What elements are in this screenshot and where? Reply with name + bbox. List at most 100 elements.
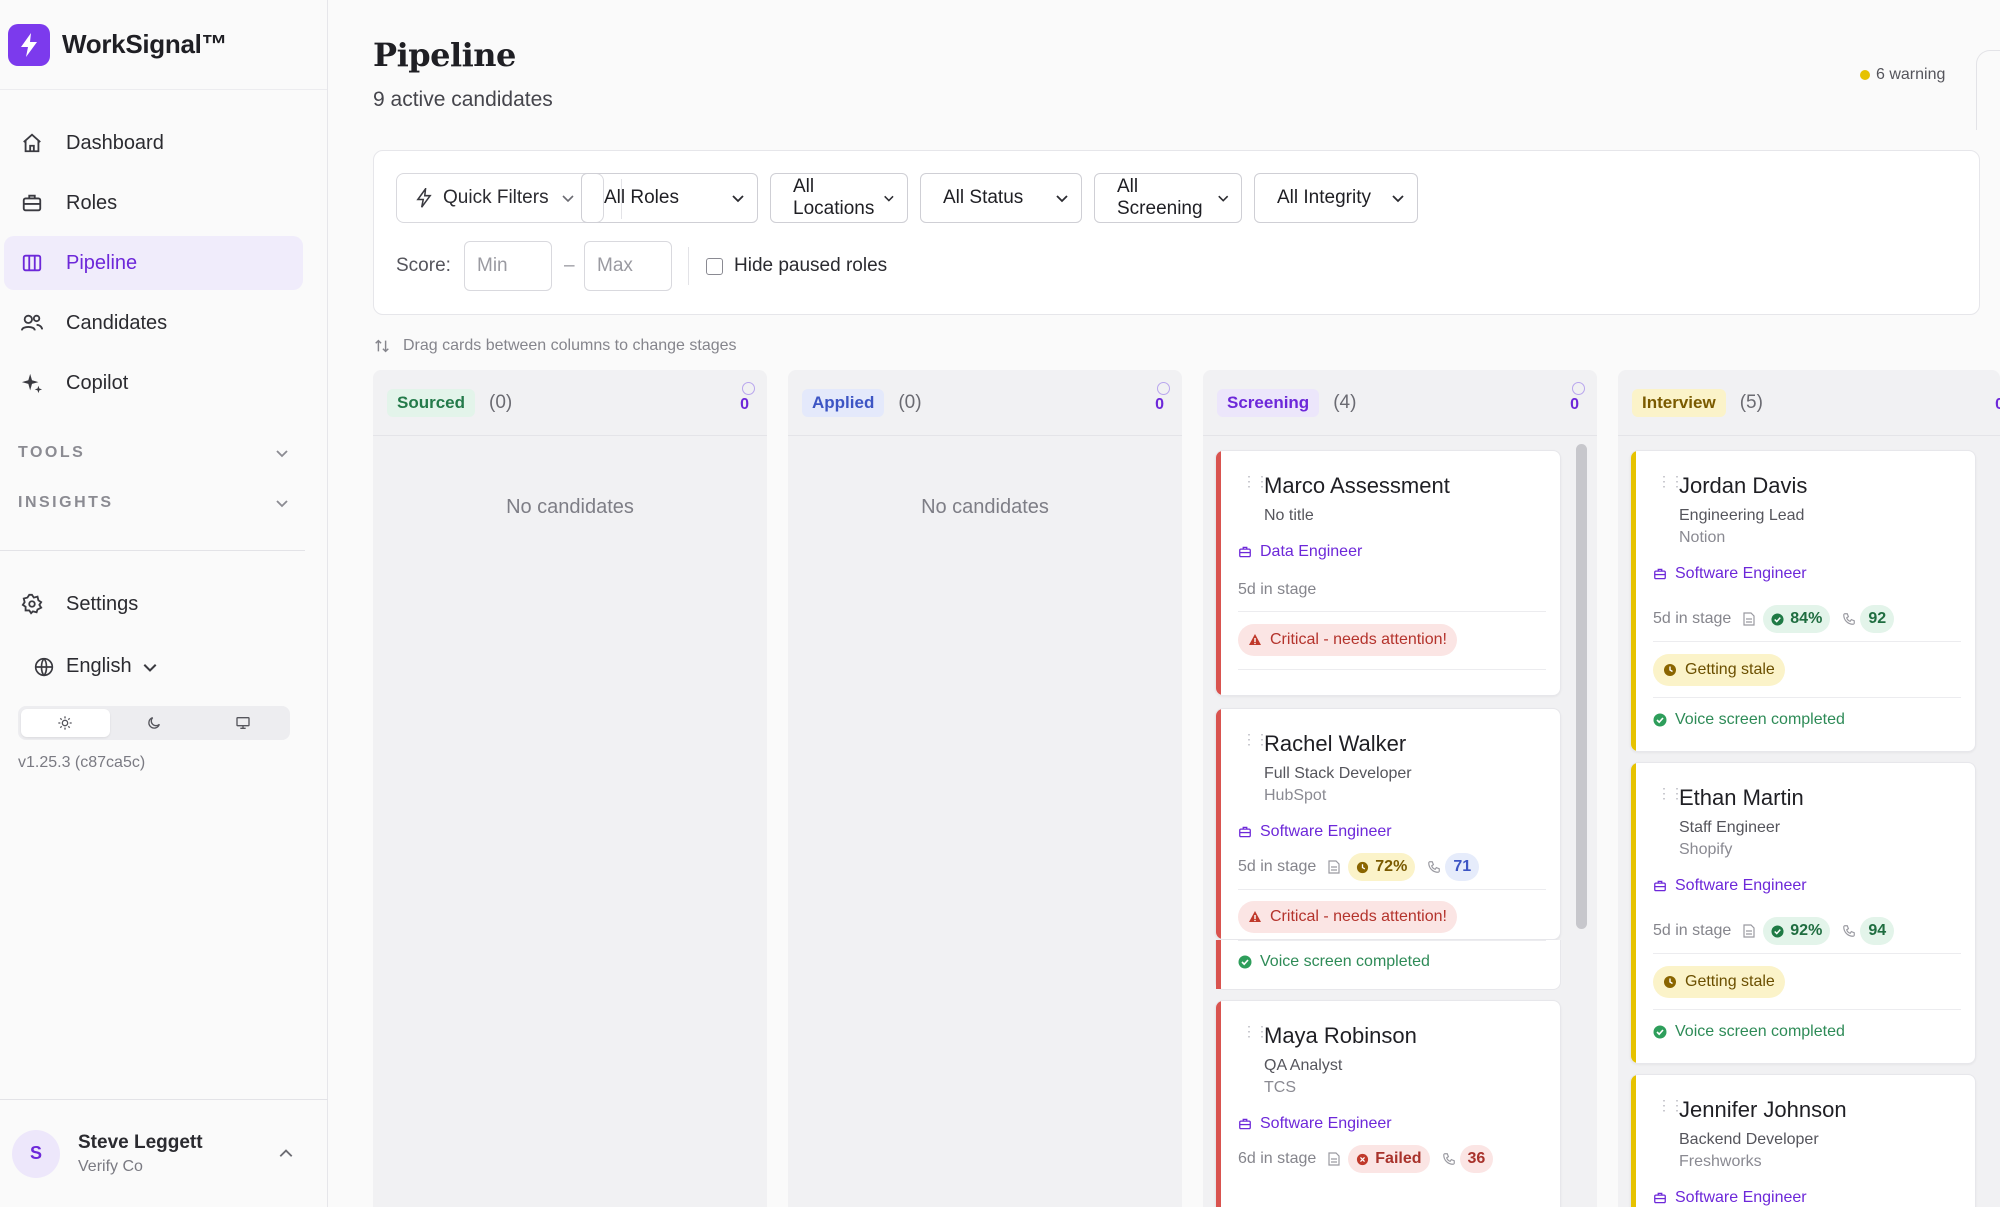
- candidate-card[interactable]: ⋮⋮ Jennifer Johnson Backend Developer Fr…: [1630, 1074, 1976, 1207]
- call-score-badge[interactable]: 71: [1445, 853, 1480, 881]
- voice-screen-status: Voice screen completed: [1653, 711, 1845, 729]
- candidate-role[interactable]: Data Engineer: [1238, 543, 1362, 561]
- briefcase-icon: [1654, 880, 1666, 892]
- candidate-role[interactable]: Software Engineer: [1653, 1189, 1807, 1207]
- section-tools[interactable]: TOOLS: [0, 428, 327, 478]
- screening-select[interactable]: All Screening: [1094, 173, 1242, 223]
- nav-item-settings[interactable]: Settings: [4, 577, 303, 631]
- globe-icon: [34, 657, 54, 677]
- light-theme-button[interactable]: [21, 709, 110, 737]
- phone-icon: [1843, 925, 1856, 937]
- select-value: All Integrity: [1277, 187, 1371, 208]
- briefcase-icon: [1654, 568, 1666, 580]
- candidate-name[interactable]: Rachel Walker: [1264, 731, 1406, 757]
- card-divider: [1238, 669, 1546, 670]
- candidate-card[interactable]: ⋮⋮ Rachel Walker Full Stack Developer Hu…: [1215, 708, 1561, 940]
- stage-badge: Applied: [802, 388, 885, 417]
- candidate-role[interactable]: Software Engineer: [1238, 823, 1392, 841]
- chevron-down-icon: [1217, 195, 1228, 202]
- score-max-input[interactable]: [584, 241, 672, 291]
- candidate-card[interactable]: ⋮⋮ Marco Assessment No title Data Engine…: [1215, 450, 1561, 696]
- column-header: Screening (4) 0: [1203, 370, 1597, 436]
- candidate-card[interactable]: ⋮⋮ Maya Robinson QA Analyst TCS Software…: [1215, 1000, 1561, 1207]
- section-insights[interactable]: INSIGHTS: [0, 478, 327, 528]
- candidate-role[interactable]: Software Engineer: [1653, 877, 1807, 895]
- stale-alert: Getting stale: [1653, 966, 1785, 998]
- chevron-down-icon: [1392, 195, 1404, 203]
- side-panel-edge: [1976, 50, 2000, 130]
- stale-alert: Getting stale: [1653, 654, 1785, 686]
- assessment-score-badge[interactable]: 72%: [1348, 853, 1416, 881]
- stage-count: (0): [898, 391, 922, 413]
- critical-status-bar: [1216, 940, 1221, 989]
- card-divider: [1653, 641, 1961, 642]
- score-min-input[interactable]: [464, 241, 552, 291]
- section-label: INSIGHTS: [18, 494, 114, 511]
- drag-hint: Drag cards between columns to change sta…: [373, 337, 737, 355]
- integrity-select[interactable]: All Integrity: [1254, 173, 1418, 223]
- status-select[interactable]: All Status: [920, 173, 1082, 223]
- nav-item-copilot[interactable]: Copilot: [4, 356, 303, 410]
- assessment-score-badge[interactable]: 84%: [1763, 605, 1831, 633]
- candidate-company: Notion: [1679, 529, 1726, 546]
- column-badge-count: 0: [740, 396, 749, 413]
- column-badge-count: 0: [1570, 396, 1579, 413]
- column-badge-count: 0: [1995, 396, 2000, 413]
- column-sourced: Sourced (0) 0 No candidates: [373, 370, 767, 1207]
- critical-alert: Critical - needs attention!: [1238, 901, 1457, 933]
- avatar: S: [12, 1129, 60, 1178]
- nav-item-roles[interactable]: Roles: [4, 176, 303, 230]
- score-range-dash: –: [564, 255, 575, 276]
- candidate-name[interactable]: Jennifer Johnson: [1679, 1097, 1847, 1123]
- briefcase-icon: [18, 189, 46, 217]
- column-scrollbar[interactable]: [1576, 444, 1587, 929]
- stage-badge: Interview: [1632, 388, 1726, 417]
- candidate-name[interactable]: Maya Robinson: [1264, 1023, 1417, 1049]
- nav-item-pipeline[interactable]: Pipeline: [4, 236, 303, 290]
- card-divider: [1238, 889, 1546, 890]
- select-value: All Screening: [1117, 176, 1203, 219]
- briefcase-icon: [1654, 1192, 1666, 1204]
- stage-badge: Sourced: [387, 388, 476, 417]
- call-score-badge[interactable]: 94: [1860, 917, 1895, 945]
- candidate-name[interactable]: Ethan Martin: [1679, 785, 1804, 811]
- quick-filters-button[interactable]: Quick Filters: [396, 173, 604, 223]
- candidate-company: HubSpot: [1264, 787, 1327, 804]
- lightning-icon: [416, 188, 432, 208]
- candidate-role[interactable]: Software Engineer: [1653, 565, 1807, 583]
- candidate-card[interactable]: ⋮⋮ Jordan Davis Engineering Lead Notion …: [1630, 450, 1976, 752]
- language-selector[interactable]: English: [34, 655, 327, 678]
- call-score-badge[interactable]: 36: [1459, 1145, 1494, 1173]
- sun-icon: [58, 716, 72, 730]
- dark-theme-button[interactable]: [110, 709, 199, 737]
- user-menu[interactable]: S Steve Leggett Verify Co: [0, 1099, 328, 1207]
- column-applied: Applied (0) 0 No candidates: [788, 370, 1182, 1207]
- hide-paused-label[interactable]: Hide paused roles: [734, 255, 887, 277]
- brand[interactable]: WorkSignal™: [0, 0, 327, 90]
- assessment-failed-badge[interactable]: Failed: [1348, 1145, 1430, 1173]
- nav-item-candidates[interactable]: Candidates: [4, 296, 303, 350]
- candidate-card[interactable]: ⋮⋮ Ethan Martin Staff Engineer Shopify S…: [1630, 762, 1976, 1064]
- assessment-score-badge[interactable]: 92%: [1763, 917, 1831, 945]
- nav-item-dashboard[interactable]: Dashboard: [4, 116, 303, 170]
- hide-paused-checkbox[interactable]: [706, 258, 723, 275]
- stale-status-bar: [1631, 451, 1636, 751]
- candidate-name[interactable]: Marco Assessment: [1264, 473, 1450, 499]
- locations-select[interactable]: All Locations: [770, 173, 908, 223]
- candidate-role[interactable]: Software Engineer: [1238, 1115, 1392, 1133]
- check-circle-icon: [1238, 955, 1252, 969]
- warning-indicator[interactable]: 6 warning: [1860, 66, 1945, 84]
- system-theme-button[interactable]: [198, 709, 287, 737]
- candidate-title: QA Analyst: [1264, 1057, 1343, 1074]
- warning-dot-icon: [1860, 70, 1870, 80]
- monitor-icon: [236, 717, 250, 729]
- roles-select[interactable]: All Roles: [581, 173, 758, 223]
- column-header: Sourced (0) 0: [373, 370, 767, 436]
- candidate-company: Freshworks: [1679, 1153, 1762, 1170]
- candidate-name[interactable]: Jordan Davis: [1679, 473, 1807, 499]
- empty-column-message: No candidates: [506, 496, 634, 518]
- call-score-badge[interactable]: 92: [1860, 605, 1895, 633]
- chevron-down-icon: [562, 195, 574, 203]
- filter-panel: Quick Filters All Roles All Locations Al…: [373, 150, 1980, 315]
- card-divider: [1238, 940, 1546, 941]
